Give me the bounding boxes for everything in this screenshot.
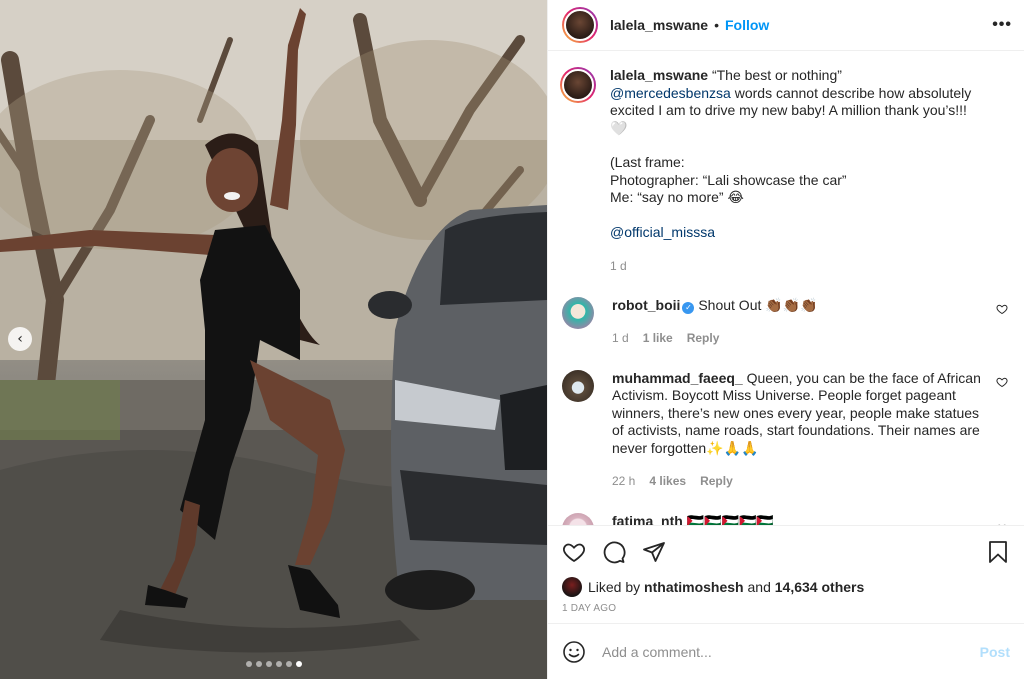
comment-body: fatima_nth 🇵🇸🇵🇸🇵🇸🇵🇸🇵🇸	[612, 513, 984, 526]
more-options-icon[interactable]: •••	[992, 16, 1012, 34]
comment-icon[interactable]	[602, 540, 626, 564]
post-comment-button[interactable]: Post	[980, 644, 1010, 660]
avatar-image	[564, 9, 596, 41]
post-side-panel: lalela_mswane • Follow ••• lalela_mswane…	[547, 0, 1024, 679]
caption-title: “The best or nothing”	[711, 67, 842, 83]
comment-like-heart-icon[interactable]	[996, 303, 1008, 315]
comment-item: fatima_nth 🇵🇸🇵🇸🇵🇸🇵🇸🇵🇸	[562, 512, 1010, 526]
liker-avatar[interactable]	[562, 577, 582, 597]
comment-body: muhammad_faeeq_ Queen, you can be the fa…	[612, 370, 984, 491]
comment-input[interactable]	[602, 643, 980, 660]
post-date[interactable]: 1 DAY AGO	[548, 597, 1024, 623]
carousel-dot	[276, 661, 282, 667]
carousel-dot-active	[296, 661, 302, 667]
comment-avatar[interactable]	[562, 512, 594, 525]
likes-user[interactable]: nthatimoshesh	[644, 579, 744, 595]
comments-list[interactable]: lalela_mswane “The best or nothing” @mer…	[548, 51, 1024, 525]
comment-avatar[interactable]	[562, 369, 594, 402]
comment-text: Shout Out 👏🏾👏🏾👏🏾	[698, 296, 818, 313]
caption-mention-2[interactable]: @official_misssa	[610, 224, 715, 240]
bookmark-icon[interactable]	[986, 540, 1010, 564]
caption-body: lalela_mswane “The best or nothing” @mer…	[610, 67, 982, 276]
header-separator: •	[714, 17, 719, 33]
comment-text: 🇵🇸🇵🇸🇵🇸🇵🇸🇵🇸	[686, 512, 774, 526]
comment-time[interactable]: 1 d	[612, 330, 629, 348]
carousel-dot	[286, 661, 292, 667]
comment-avatar[interactable]	[562, 296, 594, 329]
chevron-left-icon: ‹	[17, 330, 23, 347]
avatar-image	[562, 69, 594, 101]
paper-plane-icon[interactable]	[642, 540, 666, 564]
comment-like-heart-icon[interactable]	[996, 376, 1008, 388]
caption-meta: 1 d	[610, 258, 982, 276]
comment-username[interactable]: robot_boii	[612, 297, 680, 313]
comment-meta: 22 h 4 likes Reply	[612, 473, 984, 491]
comment-time[interactable]: 22 h	[612, 473, 635, 491]
comment-like-heart-icon[interactable]	[996, 523, 1008, 526]
carousel-dot	[256, 661, 262, 667]
verified-badge-icon: ✓	[682, 301, 695, 314]
comment-item: robot_boii ✓ Shout Out 👏🏾👏🏾👏🏾 1 d 1 like …	[562, 296, 1010, 348]
carousel-dot	[266, 661, 272, 667]
caption-mention[interactable]: @mercedesbenzsa	[610, 85, 731, 101]
add-comment-bar: Post	[548, 623, 1024, 679]
comment-username[interactable]: muhammad_faeeq_	[612, 370, 743, 386]
caption-username[interactable]: lalela_mswane	[610, 67, 708, 83]
post-actions	[548, 525, 1024, 577]
comment-likes[interactable]: 1 like	[643, 330, 673, 348]
follow-button[interactable]: Follow	[725, 17, 769, 33]
comment-item: muhammad_faeeq_ Queen, you can be the fa…	[562, 369, 1010, 491]
caption-extra: (Last frame: Photographer: “Lali showcas…	[610, 154, 847, 205]
comment-meta: 1 d 1 like Reply	[612, 330, 984, 348]
author-username[interactable]: lalela_mswane	[610, 17, 708, 33]
likes-count[interactable]: 14,634 others	[775, 579, 865, 595]
comment-reply-button[interactable]: Reply	[700, 473, 733, 491]
post-photo[interactable]: ‹	[0, 0, 547, 679]
likes-mid: and	[747, 579, 771, 595]
caption-time[interactable]: 1 d	[610, 258, 627, 276]
comment-body: robot_boii ✓ Shout Out 👏🏾👏🏾👏🏾 1 d 1 like …	[612, 297, 984, 348]
photo-illustration	[0, 0, 547, 679]
carousel-dot	[246, 661, 252, 667]
carousel-indicator	[246, 661, 302, 667]
post-header: lalela_mswane • Follow •••	[548, 0, 1024, 51]
likes-prefix: Liked by	[588, 579, 641, 595]
comment-likes[interactable]: 4 likes	[649, 473, 686, 491]
comment-reply-button[interactable]: Reply	[687, 330, 720, 348]
caption-avatar[interactable]	[560, 67, 596, 103]
caption: lalela_mswane “The best or nothing” @mer…	[560, 67, 1010, 276]
author-avatar[interactable]	[562, 7, 598, 43]
carousel-prev-button[interactable]: ‹	[8, 327, 32, 351]
emoji-icon[interactable]	[562, 640, 586, 664]
heart-icon[interactable]	[562, 540, 586, 564]
likes-summary: Liked by nthatimoshesh and 14,634 others	[548, 577, 1024, 597]
comment-username[interactable]: fatima_nth	[612, 513, 683, 526]
